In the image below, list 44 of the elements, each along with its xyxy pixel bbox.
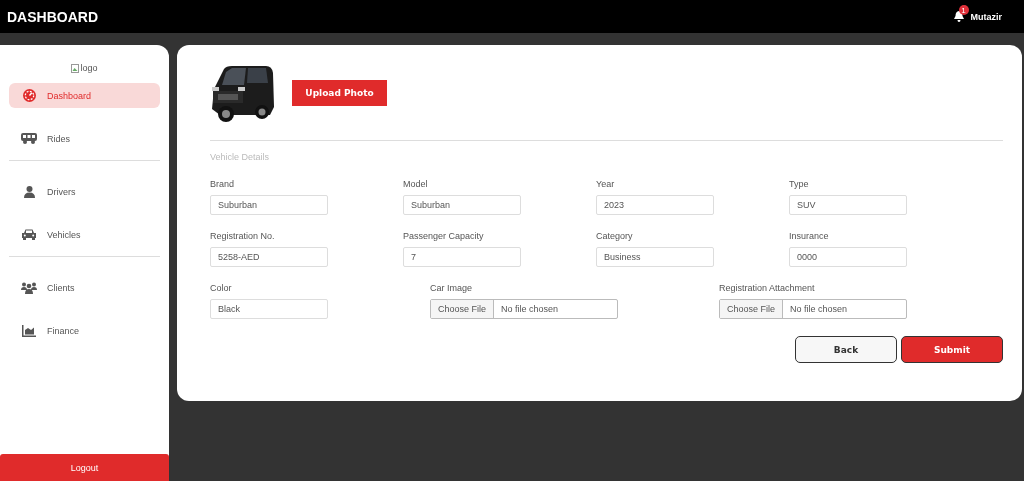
text-field[interactable]: 7 [403,247,521,267]
notification-badge: 1 [958,5,969,15]
chart-icon [22,324,36,337]
text-field[interactable]: Suburban [210,195,328,215]
nav-item[interactable]: Dashboard [9,83,160,108]
submit-button[interactable]: Submit [901,336,1003,363]
file-input[interactable]: Choose File No file chosen [430,299,618,319]
nav-item[interactable]: Finance [9,318,160,343]
section-title: Vehicle Details [210,152,271,162]
file-input[interactable]: Choose File No file chosen [719,299,907,319]
field-label: Model [403,179,429,189]
text-field[interactable]: 2023 [596,195,714,215]
field-label: Year [596,179,616,189]
users-icon [21,281,37,294]
nav-item[interactable]: Vehicles [9,222,160,247]
app-title: DASHBOARD [7,8,98,25]
text-field[interactable]: SUV [789,195,907,215]
user-name[interactable]: Mutazir [970,11,1002,22]
upload-photo-button[interactable]: Upload Photo [292,79,387,106]
field-label: Registration No. [210,231,276,241]
car-icon [22,229,36,240]
field-label: Passenger Capacity [403,231,485,241]
bus-icon [21,133,37,144]
text-field[interactable]: 5258-AED [210,247,328,267]
bell-icon[interactable] [953,11,964,22]
field-label: Insurance [789,231,830,241]
field-label: Color [210,283,233,293]
broken-image-logo: logo [71,63,98,73]
text-field[interactable]: Suburban [403,195,521,215]
field-label: Car Image [430,283,474,293]
field-label: Brand [210,179,236,189]
field-label: Category [596,231,634,241]
back-button[interactable]: Back [795,336,897,363]
text-field[interactable]: Black [210,299,328,319]
person-icon [23,185,35,198]
nav-item[interactable]: Clients [9,275,160,300]
field-label: Type [789,179,810,189]
text-field[interactable]: Business [596,247,714,267]
nav-item[interactable]: Rides [9,126,160,151]
field-label: Registration Attachment [719,283,816,293]
dashboard-icon [22,89,36,102]
nav-item[interactable]: Drivers [9,179,160,204]
text-field[interactable]: 0000 [789,247,907,267]
logout-button[interactable]: Logout [0,454,169,481]
